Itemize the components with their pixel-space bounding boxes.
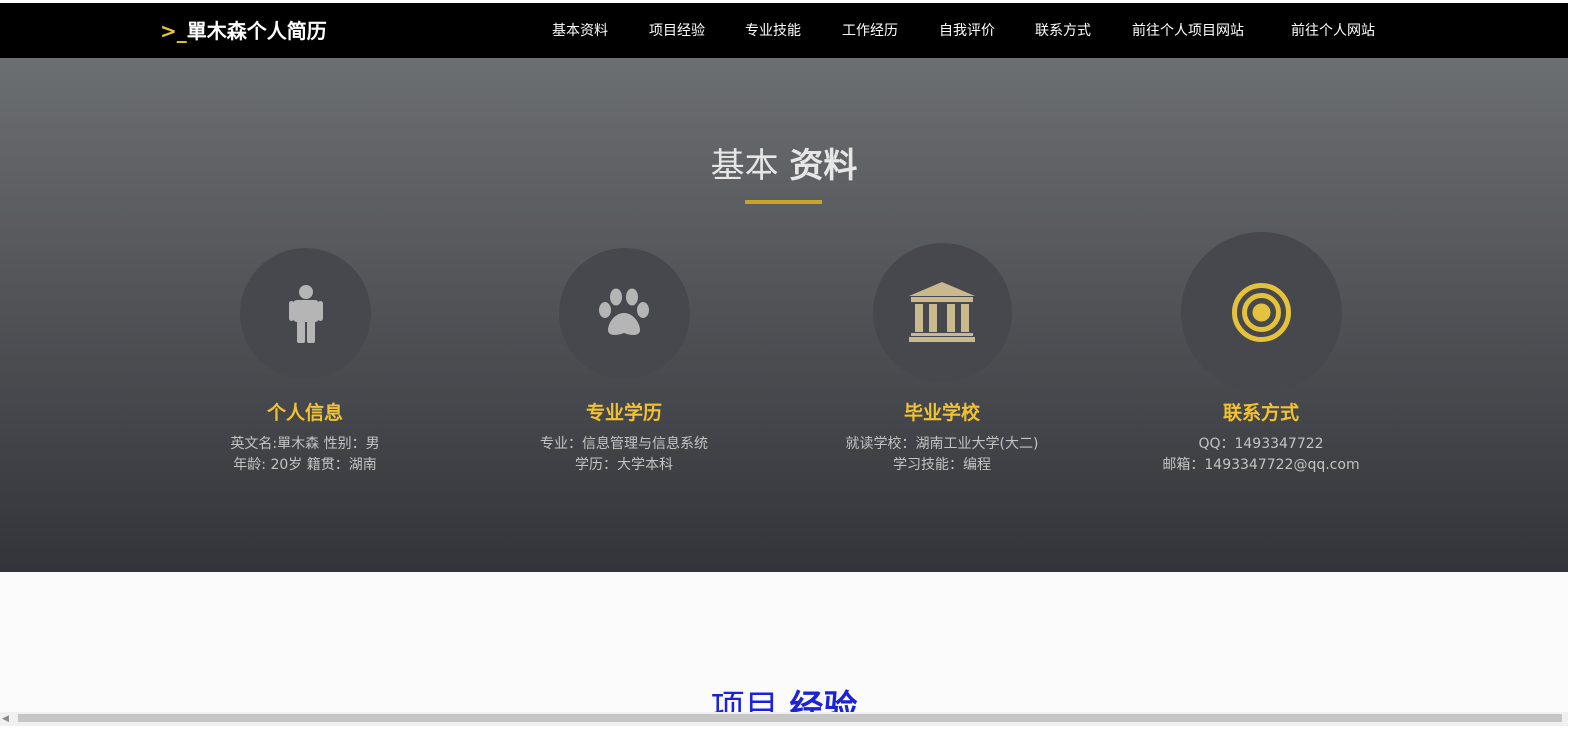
title-underline	[745, 200, 822, 204]
projects-section: 项目 经验	[0, 572, 1568, 728]
icon-circle	[240, 248, 371, 379]
card-line-2: 年龄: 20岁 籍贯：湖南	[233, 457, 377, 473]
card-title: 联系方式	[1222, 402, 1299, 424]
person-icon	[289, 285, 323, 343]
basic-info-title: 基本 资料	[710, 146, 858, 186]
terminal-prompt-icon: >_	[160, 19, 187, 43]
nav-item-self-evaluation[interactable]: 自我评价	[939, 17, 995, 45]
vertical-scrollbar[interactable]	[1568, 0, 1582, 726]
card-title: 毕业学校	[903, 402, 980, 424]
card-line-2: 邮箱：1493347722@qq.com	[1162, 457, 1360, 473]
icon-circle	[559, 248, 690, 379]
card-line-2: 学习技能：编程	[893, 457, 991, 473]
card-line-1: 英文名:單木森 性别：男	[230, 436, 380, 452]
card-line-1: QQ：1493347722	[1198, 436, 1324, 452]
basic-info-section: 基本 资料 个人信息 英文名:單木森 性别：男 年龄: 20岁 籍贯：湖南 专业…	[0, 58, 1568, 572]
brand-title: 單木森个人简历	[186, 19, 327, 43]
scroll-left-arrow-icon[interactable]: ◀	[2, 714, 12, 724]
nav-item-projects[interactable]: 项目经验	[649, 17, 705, 45]
card-line-2: 学历：大学本科	[575, 457, 673, 473]
icon-circle	[1181, 232, 1342, 393]
icon-circle	[873, 243, 1012, 382]
nav-item-personal-site[interactable]: 前往个人网站	[1291, 17, 1375, 45]
card-line-1: 专业：信息管理与信息系统	[540, 436, 708, 452]
card-line-1: 就读学校：湖南工业大学(大二)	[845, 436, 1039, 452]
nav-item-contact[interactable]: 联系方式	[1035, 17, 1091, 45]
brand-logo[interactable]: >_單木森个人简历	[160, 17, 327, 45]
nav-item-skills[interactable]: 专业技能	[745, 17, 801, 45]
paw-icon	[599, 288, 649, 335]
top-navbar: >_單木森个人简历 基本资料 项目经验 专业技能 工作经历 自我评价 联系方式 …	[0, 3, 1568, 58]
card-title: 个人信息	[266, 402, 343, 424]
scrollbar-thumb[interactable]	[18, 714, 1562, 722]
institution-icon	[909, 282, 975, 342]
nav-item-work-history[interactable]: 工作经历	[842, 17, 898, 45]
target-icon	[1232, 283, 1291, 342]
horizontal-scrollbar[interactable]: ◀	[0, 712, 1568, 726]
card-title: 专业学历	[585, 402, 662, 424]
nav-item-basic-info[interactable]: 基本资料	[552, 17, 608, 45]
nav-item-project-site[interactable]: 前往个人项目网站	[1132, 17, 1244, 45]
